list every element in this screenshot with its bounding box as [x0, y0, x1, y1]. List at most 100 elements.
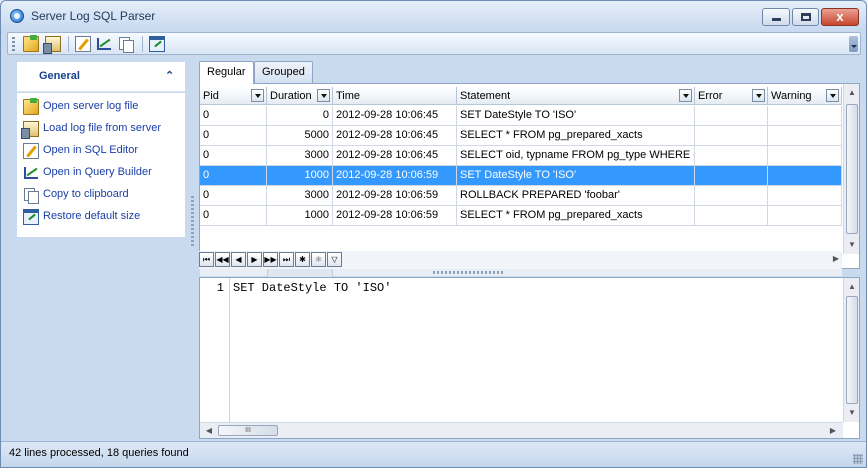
grid-vertical-scrollbar[interactable]: ▲ ▼ [843, 84, 859, 254]
copy-to-clipboard-icon[interactable] [118, 36, 134, 53]
scroll-up-icon[interactable]: ▲ [845, 86, 859, 100]
column-header-warning[interactable]: Warning [768, 87, 842, 105]
insert-record-button[interactable]: ✱ [295, 252, 310, 267]
cell-pid[interactable]: 0 [200, 126, 267, 146]
tab-regular[interactable]: Regular [199, 61, 254, 84]
cell-pid[interactable]: 0 [200, 166, 267, 186]
next-record-button[interactable]: ▶ [247, 252, 262, 267]
first-record-button[interactable]: ⏮ [199, 252, 214, 267]
scroll-thumb[interactable] [846, 296, 858, 404]
prior-page-button[interactable]: ◀◀ [215, 252, 230, 267]
cell-statement[interactable]: SELECT * FROM pg_prepared_xacts [457, 206, 695, 226]
table-row[interactable]: 0 3000 2012-09-28 10:06:59 ROLLBACK PREPARE… [200, 186, 842, 206]
table-row[interactable]: 0 0 2012-09-28 10:06:45 SET DateStyle TO 'I… [200, 106, 842, 126]
open-in-query-builder-icon[interactable] [96, 36, 112, 52]
sql-editor[interactable]: 1 SET DateStyle TO 'ISO' ▲ ▼ ◀ III ▶ [199, 277, 860, 439]
scroll-thumb[interactable]: III [218, 425, 278, 436]
table-row[interactable]: 0 5000 2012-09-28 10:06:45 SELECT * FROM pg… [200, 126, 842, 146]
resize-grip-icon[interactable] [853, 454, 863, 464]
cell-error[interactable] [695, 186, 768, 206]
cell-duration[interactable]: 3000 [267, 186, 333, 206]
load-log-file-icon[interactable] [43, 36, 61, 54]
cell-error[interactable] [695, 166, 768, 186]
delete-record-button[interactable]: ✱ [311, 252, 326, 267]
toolbar-options-dropdown[interactable] [849, 36, 858, 52]
cell-duration[interactable]: 1000 [267, 166, 333, 186]
cell-time[interactable]: 2012-09-28 10:06:45 [333, 146, 457, 166]
scroll-right-icon[interactable]: ▶ [829, 252, 843, 266]
scroll-down-icon[interactable]: ▼ [845, 238, 859, 252]
vertical-splitter[interactable] [191, 196, 194, 246]
column-header-statement[interactable]: Statement [457, 87, 695, 105]
table-row[interactable]: 0 1000 2012-09-28 10:06:59 SET DateStyle TO… [200, 166, 842, 186]
minimize-button[interactable] [762, 8, 790, 26]
prior-record-button[interactable]: ◀ [231, 252, 246, 267]
editor-vertical-scrollbar[interactable]: ▲ ▼ [843, 278, 859, 422]
cell-duration[interactable]: 1000 [267, 206, 333, 226]
cell-duration[interactable]: 0 [267, 106, 333, 126]
filter-dropdown-icon[interactable] [251, 89, 264, 102]
cell-statement[interactable]: SET DateStyle TO 'ISO' [457, 166, 695, 186]
cell-pid[interactable]: 0 [200, 146, 267, 166]
column-header-error[interactable]: Error [695, 87, 768, 105]
open-server-log-icon[interactable] [23, 35, 39, 52]
column-header-pid[interactable]: Pid [200, 87, 267, 105]
cell-warning[interactable] [768, 206, 842, 226]
cell-duration[interactable]: 3000 [267, 146, 333, 166]
column-header-duration[interactable]: Duration [267, 87, 333, 105]
cell-warning[interactable] [768, 186, 842, 206]
scroll-left-icon[interactable]: ◀ [202, 424, 216, 438]
scroll-up-icon[interactable]: ▲ [845, 280, 859, 294]
tab-grouped[interactable]: Grouped [254, 61, 313, 83]
column-header-time[interactable]: Time [333, 87, 457, 105]
filter-dropdown-icon[interactable] [317, 89, 330, 102]
cell-time[interactable]: 2012-09-28 10:06:59 [333, 186, 457, 206]
cell-time[interactable]: 2012-09-28 10:06:45 [333, 126, 457, 146]
cell-statement[interactable]: SET DateStyle TO 'ISO' [457, 106, 695, 126]
cell-warning[interactable] [768, 106, 842, 126]
cell-error[interactable] [695, 126, 768, 146]
sidebar-item-open-in-sql-editor[interactable]: Open in SQL Editor [23, 142, 183, 160]
sidebar-item-open-in-query-builder[interactable]: Open in Query Builder [23, 164, 183, 182]
scroll-down-icon[interactable]: ▼ [845, 406, 859, 420]
filter-button[interactable]: ▽ [327, 252, 342, 267]
scroll-right-icon[interactable]: ▶ [826, 424, 840, 438]
sidebar-item-load-log-file[interactable]: Load log file from server [21, 120, 183, 139]
cell-warning[interactable] [768, 146, 842, 166]
restore-default-size-icon[interactable] [149, 36, 165, 52]
cell-error[interactable] [695, 206, 768, 226]
cell-statement[interactable]: SELECT * FROM pg_prepared_xacts [457, 126, 695, 146]
cell-duration[interactable]: 5000 [267, 126, 333, 146]
editor-horizontal-scrollbar[interactable]: ◀ III ▶ [200, 422, 843, 438]
cell-time[interactable]: 2012-09-28 10:06:45 [333, 106, 457, 126]
cell-time[interactable]: 2012-09-28 10:06:59 [333, 206, 457, 226]
horizontal-splitter[interactable] [433, 271, 505, 274]
maximize-button[interactable] [792, 8, 819, 26]
filter-dropdown-icon[interactable] [826, 89, 839, 102]
toolbar-grip[interactable] [12, 37, 15, 51]
scroll-thumb[interactable] [846, 104, 858, 234]
cell-pid[interactable]: 0 [200, 206, 267, 226]
cell-time[interactable]: 2012-09-28 10:06:59 [333, 166, 457, 186]
sidebar-item-copy-to-clipboard[interactable]: Copy to clipboard [23, 186, 183, 204]
table-row[interactable]: 0 1000 2012-09-28 10:06:59 SELECT * FROM pg… [200, 206, 842, 226]
cell-pid[interactable]: 0 [200, 106, 267, 126]
sql-code-text[interactable]: SET DateStyle TO 'ISO' [233, 281, 391, 295]
cell-pid[interactable]: 0 [200, 186, 267, 206]
filter-dropdown-icon[interactable] [752, 89, 765, 102]
group-header-general[interactable]: General ⌃ [17, 62, 185, 92]
cell-warning[interactable] [768, 126, 842, 146]
sidebar-item-restore-default-size[interactable]: Restore default size [23, 208, 183, 226]
cell-statement[interactable]: ROLLBACK PREPARED 'foobar' [457, 186, 695, 206]
sidebar-item-open-server-log[interactable]: Open server log file [23, 98, 183, 116]
cell-statement[interactable]: SELECT oid, typname FROM pg_type WHERE o [457, 146, 695, 166]
cell-error[interactable] [695, 106, 768, 126]
close-button[interactable]: x [821, 8, 859, 26]
table-row[interactable]: 0 3000 2012-09-28 10:06:45 SELECT oid, typn… [200, 146, 842, 166]
open-in-sql-editor-icon[interactable] [75, 36, 91, 52]
next-page-button[interactable]: ▶▶ [263, 252, 278, 267]
cell-warning[interactable] [768, 166, 842, 186]
cell-error[interactable] [695, 146, 768, 166]
collapse-chevron-icon[interactable]: ⌃ [165, 69, 174, 82]
last-record-button[interactable]: ⏭ [279, 252, 294, 267]
